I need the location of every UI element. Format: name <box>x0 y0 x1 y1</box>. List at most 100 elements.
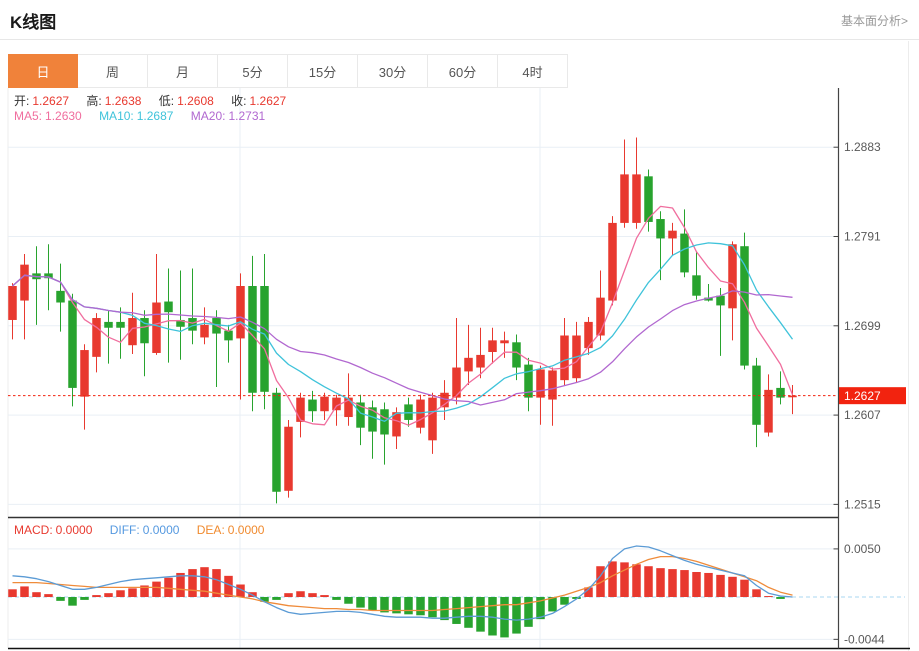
high-value: 1.2638 <box>104 94 142 108</box>
macd-histogram-bar <box>308 593 317 598</box>
tab-日[interactable]: 日 <box>8 54 78 88</box>
open-value: 1.2627 <box>32 94 70 108</box>
candle-body <box>620 174 629 223</box>
low-label: 低: <box>158 94 175 108</box>
kline-page: 1.2883 1.2791 1.2699 1.2607 1.2515 0.0050 -0.0… <box>0 0 919 651</box>
candle-body <box>476 354 485 368</box>
ma-info-row: MA5: 1.2630 MA10: 1.2687 MA20: 1.2731 <box>14 109 268 123</box>
macd-value: 0.0000 <box>55 523 93 537</box>
candle-body <box>152 302 161 353</box>
macd-histogram-bar <box>752 589 761 598</box>
tab-4时[interactable]: 4时 <box>498 54 568 88</box>
candle-body <box>716 295 725 306</box>
candle-body <box>596 297 605 336</box>
candle-body <box>632 174 641 223</box>
candle-body <box>104 321 113 328</box>
macd-histogram-bar <box>44 594 53 598</box>
tab-月[interactable]: 月 <box>148 54 218 88</box>
macd-histogram-bar <box>464 597 473 628</box>
macd-histogram-bar <box>104 593 113 598</box>
candle-body <box>728 244 737 309</box>
axis-tick-label: 1.2607 <box>844 408 881 422</box>
macd-histogram-bar <box>56 597 65 601</box>
axis-tick-label: 0.0050 <box>844 542 881 556</box>
tab-5分[interactable]: 5分 <box>218 54 288 88</box>
macd-info-row: MACD: 0.0000 DIFF: 0.0000 DEA: 0.0000 <box>14 523 267 537</box>
ma5-value: 1.2630 <box>45 109 82 123</box>
axis-tick-label: -0.0044 <box>844 632 885 646</box>
macd-histogram-bar <box>116 590 125 598</box>
macd-histogram-bar <box>8 589 17 598</box>
tab-30分[interactable]: 30分 <box>358 54 428 88</box>
macd-histogram-bar <box>20 586 29 598</box>
candle-body <box>56 290 65 303</box>
macd-histogram-bar <box>704 572 713 598</box>
candle-body <box>500 340 509 344</box>
tab-15分[interactable]: 15分 <box>288 54 358 88</box>
macd-histogram-bar <box>644 566 653 598</box>
ma20-value: 1.2731 <box>228 109 266 123</box>
current-price-badge-text: 1.2627 <box>844 389 881 403</box>
candle-body <box>92 318 101 357</box>
candle-body <box>296 397 305 422</box>
macd-histogram-bar <box>428 597 437 618</box>
axis-tick-label: 1.2883 <box>844 140 881 154</box>
diff-value: 0.0000 <box>142 523 180 537</box>
macd-histogram-bar <box>320 595 329 598</box>
macd-histogram-bar <box>620 562 629 598</box>
ma20-label: MA20: <box>190 109 226 123</box>
macd-histogram-bar <box>680 570 689 598</box>
axis-tick-label: 1.2791 <box>844 230 881 244</box>
page-title: K线图 <box>10 13 57 32</box>
high-label: 高: <box>86 94 102 108</box>
macd-histogram-bar <box>68 597 77 606</box>
candle-body <box>488 340 497 352</box>
macd-histogram-bar <box>476 597 485 632</box>
candle-body <box>668 230 677 239</box>
macd-histogram-bar <box>716 574 725 598</box>
candle-body <box>560 335 569 381</box>
macd-histogram-bar <box>80 597 89 600</box>
dea-value: 0.0000 <box>227 523 265 537</box>
macd-histogram-bar <box>332 597 341 600</box>
ohlc-info-row: 开: 1.2627 高: 1.2638 低: 1.2608 收: 1.2627 <box>14 92 289 109</box>
page-header: K线图 基本面分析> <box>0 0 919 40</box>
fundamental-analysis-link[interactable]: 基本面分析> <box>841 12 908 29</box>
macd-label: MACD: <box>14 523 53 537</box>
candle-body <box>68 300 77 388</box>
candle-body <box>116 321 125 328</box>
candle-body <box>284 426 293 491</box>
candle-body <box>308 399 317 412</box>
tab-周[interactable]: 周 <box>78 54 148 88</box>
candle-body <box>236 286 245 339</box>
macd-histogram-bar <box>200 567 209 598</box>
ma5-line <box>12 205 794 426</box>
macd-histogram-bar <box>512 597 521 634</box>
candle-body <box>692 275 701 296</box>
candle-body <box>464 357 473 372</box>
candle-body <box>764 389 773 433</box>
macd-histogram-bar <box>368 597 377 611</box>
candle-body <box>428 397 437 441</box>
candle-body <box>8 286 17 320</box>
macd-histogram-bar <box>668 569 677 598</box>
macd-histogram-bar <box>728 576 737 598</box>
tab-60分[interactable]: 60分 <box>428 54 498 88</box>
candle-body <box>584 321 593 349</box>
low-value: 1.2608 <box>177 94 214 108</box>
axis-tick-label: 1.2699 <box>844 319 881 333</box>
macd-histogram-bar <box>656 568 665 598</box>
macd-histogram-bar <box>524 597 533 627</box>
candle-body <box>656 219 665 239</box>
dea-label: DEA: <box>196 523 225 537</box>
macd-histogram-bar <box>404 597 413 615</box>
candle-body <box>200 324 209 338</box>
macd-histogram-bar <box>32 592 41 598</box>
macd-histogram-bar <box>608 561 617 598</box>
macd-histogram-bar <box>560 597 569 605</box>
macd-histogram-bar <box>344 597 353 604</box>
macd-histogram-bar <box>272 597 281 600</box>
macd-histogram-bar <box>440 597 449 621</box>
macd-histogram-bar <box>692 571 701 598</box>
diff-label: DIFF: <box>109 523 140 537</box>
